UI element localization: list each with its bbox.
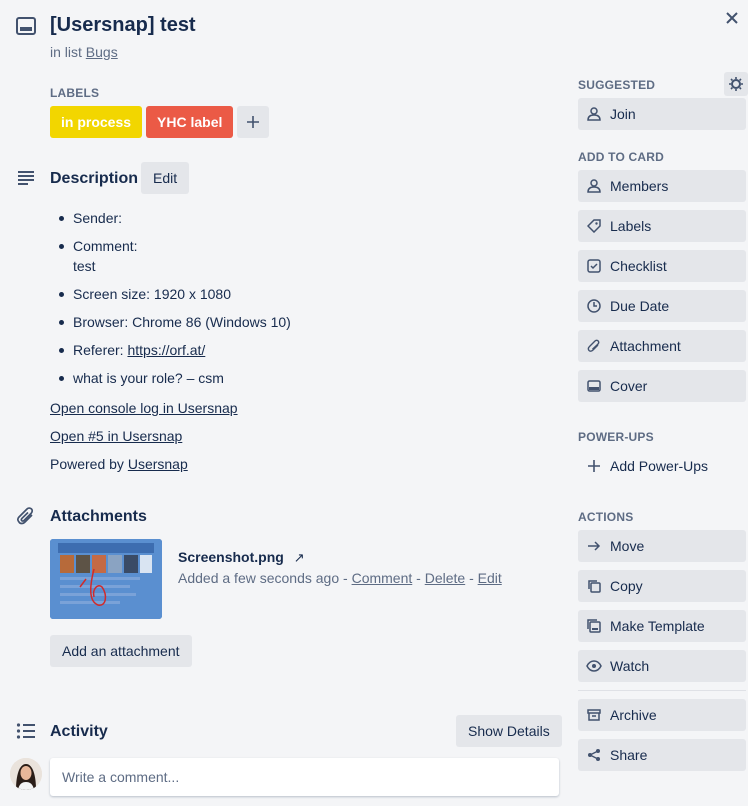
description-icon [14,166,38,190]
label-yhc[interactable]: YHC label [146,106,234,138]
comment-input[interactable]: Write a comment... [50,758,559,796]
archive-icon [586,707,602,723]
add-to-card-heading: ADD TO CARD [578,150,664,164]
plus-icon [247,116,260,128]
usersnap-link[interactable]: Usersnap [128,456,188,472]
attachment-edit-link[interactable]: Edit [478,570,502,586]
in-list-prefix: in list [50,44,82,60]
list-item: Browser: Chrome 86 (Windows 10) [50,312,291,332]
attachment-name[interactable]: Screenshot.png [178,549,284,565]
add-label-button[interactable] [237,106,270,138]
copy-button[interactable]: Copy [578,570,746,602]
attachment-meta: Added a few seconds ago - Comment - Dele… [178,570,502,586]
card-cover-icon [586,378,602,394]
due-date-button[interactable]: Due Date [578,290,746,322]
show-details-button[interactable]: Show Details [456,715,562,747]
close-icon[interactable] [720,6,744,30]
copy-icon [586,578,602,594]
attachment-comment-link[interactable]: Comment [352,570,413,586]
move-button[interactable]: Move [578,530,746,562]
clock-icon [586,298,602,314]
watch-button[interactable]: Watch [578,650,746,682]
attachment-button[interactable]: Attachment [578,330,746,362]
archive-button[interactable]: Archive [578,699,746,731]
referer-link[interactable]: https://orf.at/ [127,342,205,358]
add-attachment-button[interactable]: Add an attachment [50,635,192,667]
list-item: what is your role? – csm [50,368,291,388]
labels-button[interactable]: Labels [578,210,746,242]
make-template-button[interactable]: Make Template [578,610,746,642]
external-link-icon[interactable]: ↗ [294,550,305,565]
avatar[interactable] [10,758,42,790]
powered-by: Powered by Usersnap [50,456,188,472]
actions-heading: ACTIONS [578,510,634,524]
share-icon [586,747,602,763]
paperclip-icon [586,338,602,354]
activity-icon [14,719,38,743]
join-button[interactable]: Join [578,98,746,130]
label-in-process[interactable]: in process [50,106,143,138]
template-icon [586,618,602,634]
gear-icon[interactable] [724,72,748,96]
members-button[interactable]: Members [578,170,746,202]
tag-icon [586,218,602,234]
paperclip-icon [14,504,38,528]
checklist-button[interactable]: Checklist [578,250,746,282]
share-button[interactable]: Share [578,739,746,771]
cover-button[interactable]: Cover [578,370,746,402]
card-title[interactable]: [Usersnap] test [50,14,196,37]
open-usersnap-link[interactable]: Open #5 in Usersnap [50,428,182,444]
list-item: Referer: https://orf.at/ [50,340,291,360]
attachment-delete-link[interactable]: Delete [425,570,465,586]
arrow-right-icon [586,538,602,554]
list-link[interactable]: Bugs [86,44,118,60]
eye-icon [586,658,602,674]
person-icon [586,178,602,194]
divider [578,690,746,691]
checkbox-icon [586,258,602,274]
description-edit-button[interactable]: Edit [141,162,190,194]
activity-heading: Activity [50,723,108,740]
list-item: Comment: test [50,236,291,276]
attachment-thumbnail[interactable] [50,539,162,619]
list-item: Screen size: 1920 x 1080 [50,284,291,304]
person-icon [586,106,602,122]
description-list: Sender: Comment: test Screen size: 1920 x… [50,208,291,396]
power-ups-heading: POWER-UPS [578,430,654,444]
description-heading: Description [50,170,139,187]
labels-row: in process YHC label [50,106,270,138]
labels-heading: LABELS [50,86,100,100]
attachments-heading: Attachments [50,508,147,525]
list-item: Sender: [50,208,291,228]
attachment-file: Screenshot.png ↗ [178,549,305,566]
suggested-heading: SUGGESTED [578,78,656,92]
card-icon [14,14,38,38]
add-power-ups-button[interactable]: Add Power-Ups [578,450,746,482]
console-log-link[interactable]: Open console log in Usersnap [50,400,238,416]
card-list-info: in list Bugs [50,44,118,60]
plus-icon [586,458,602,474]
